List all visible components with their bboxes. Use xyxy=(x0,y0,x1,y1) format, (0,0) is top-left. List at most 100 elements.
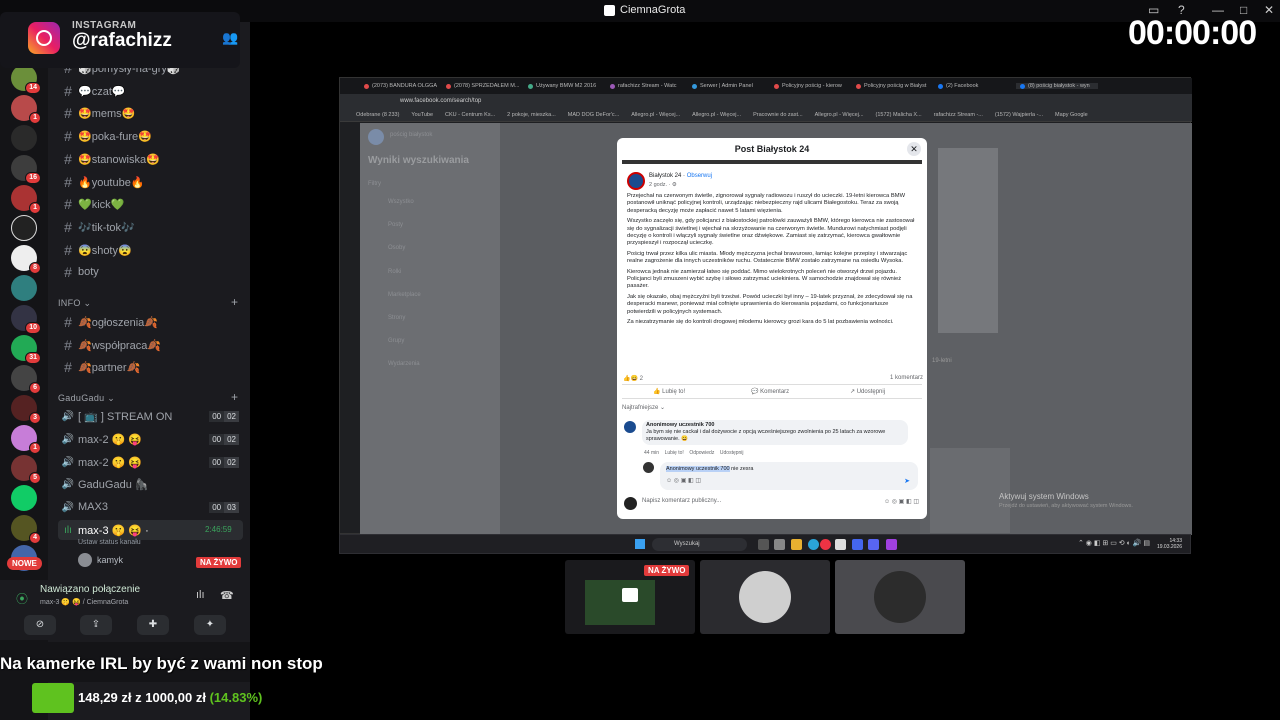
comment-share[interactable]: Udostępnij xyxy=(720,450,744,456)
new-badge[interactable]: NOWE xyxy=(7,557,42,570)
channel-item[interactable]: # 🔥youtube🔥 xyxy=(58,172,243,192)
page-avatar[interactable] xyxy=(627,172,645,190)
channel-item[interactable]: # 🎶tik-tok🎶 xyxy=(58,217,243,237)
screen-share-icon[interactable]: ⇪ xyxy=(80,615,112,635)
bookmark[interactable]: (1572) Wajpierla -... xyxy=(995,112,1043,118)
comment-like[interactable]: Lubię to! xyxy=(665,450,684,456)
server-icon[interactable]: 16 xyxy=(11,155,41,184)
comment-input[interactable]: Napisz komentarz publiczny... xyxy=(642,498,721,504)
soundboard-icon[interactable]: ✦ xyxy=(194,615,226,635)
activities-icon[interactable]: ✚ xyxy=(137,615,169,635)
channel-item[interactable]: # 😨shoty😨 xyxy=(58,240,243,260)
browser-tab[interactable]: Policyjny pościg - kierow xyxy=(770,83,852,89)
share-button[interactable]: ↗ Udostępnij xyxy=(850,388,885,395)
browser-tab-active[interactable]: (8) pościg białystok - wyn xyxy=(1016,83,1098,89)
server-icon[interactable]: 14 xyxy=(11,65,41,94)
taskbar-search[interactable]: Wyszukaj xyxy=(652,538,747,551)
server-icon[interactable] xyxy=(11,275,37,301)
filter-events[interactable]: Wydarzenia xyxy=(388,361,420,367)
channel-item[interactable]: # 🍂partner🍂 xyxy=(58,357,243,377)
filter-posts[interactable]: Posty xyxy=(388,222,403,228)
server-icon[interactable]: 4 xyxy=(11,515,41,544)
address-bar[interactable]: www.facebook.com/search/top xyxy=(340,94,1192,108)
result-thumbnail[interactable] xyxy=(938,148,998,333)
filter-reels[interactable]: Rolki xyxy=(388,269,401,275)
send-icon[interactable]: ➤ xyxy=(904,477,910,485)
search-input[interactable]: pościg białystok xyxy=(390,132,432,138)
browser-tab[interactable]: (2073) BANDURA OLGGA xyxy=(360,83,442,89)
server-icon[interactable] xyxy=(11,125,37,151)
connection-status[interactable]: Nawiązano połączenie xyxy=(40,584,140,595)
channel-item[interactable]: # boty xyxy=(58,262,243,282)
channel-item[interactable]: # 🍂współpraca🍂 xyxy=(58,335,243,355)
category-header[interactable]: GaduGadu ⌄ xyxy=(58,393,115,404)
task-view-icon[interactable] xyxy=(758,539,769,550)
voice-channel[interactable]: 🔊[ 📺 ] STREAM ON 00 02 xyxy=(58,406,243,426)
reactions-count[interactable]: 👍😄 2 xyxy=(623,375,643,382)
disconnect-icon[interactable]: ☎ xyxy=(220,589,234,602)
add-friend-icon[interactable]: 👥 xyxy=(222,30,238,46)
bookmark[interactable]: Odebrane (8 233) xyxy=(356,112,399,118)
start-icon[interactable] xyxy=(635,539,645,549)
browser-tab[interactable]: Używany BMW M2 2016 xyxy=(524,83,606,89)
app-icon[interactable] xyxy=(852,539,863,550)
taskbar-clock[interactable]: 14:33 19.03.2026 xyxy=(1157,538,1182,550)
bookmark[interactable]: Allegro.pl - Więcej... xyxy=(815,112,864,118)
comment-button[interactable]: 💬 Komentarz xyxy=(751,388,789,395)
server-icon[interactable]: 10 xyxy=(11,305,41,334)
comments-count[interactable]: 1 komentarz xyxy=(890,375,923,381)
chrome-icon[interactable] xyxy=(820,539,831,550)
user-tile[interactable] xyxy=(700,560,830,634)
bookmark[interactable]: Pracownie do zast... xyxy=(753,112,803,118)
add-channel-icon[interactable]: + xyxy=(231,390,238,404)
channel-item[interactable]: # 🍂ogłoszenia🍂 xyxy=(58,312,243,332)
connection-channel[interactable]: max-3 🤫 😝 / CiemnaGrota xyxy=(40,598,128,606)
server-icon[interactable]: 3 xyxy=(11,395,41,424)
bookmark[interactable]: CKU - Centrum Ks... xyxy=(445,112,495,118)
bookmark[interactable]: Mapy Google xyxy=(1055,112,1088,118)
voice-channel[interactable]: 🔊 GaduGadu 🦍 xyxy=(58,474,243,494)
facebook-logo-icon[interactable] xyxy=(368,129,384,145)
server-icon[interactable] xyxy=(11,215,37,241)
commenter-avatar[interactable] xyxy=(624,421,636,433)
comment-reply[interactable]: Odpowiedz xyxy=(689,450,714,456)
browser-tab[interactable]: (2078) SPRZEDAŁEM M... xyxy=(442,83,524,89)
server-icon[interactable]: 5 xyxy=(11,455,41,484)
filter-pages[interactable]: Strony xyxy=(388,315,405,321)
browser-tab[interactable]: Serwer | Admin Panel xyxy=(688,83,770,89)
input-tools[interactable]: ☺ ◎ ▣ ◧ ◫ xyxy=(884,498,919,505)
filter-all[interactable]: Wszystko xyxy=(388,199,414,205)
bookmark[interactable]: YouTube xyxy=(411,112,433,118)
store-icon[interactable] xyxy=(835,539,846,550)
system-tray[interactable]: ⌃ ◉ ◧ ⊞ ▭ ⟲ ◐ 🔊 ▤ xyxy=(1078,539,1150,547)
user-tile[interactable] xyxy=(835,560,965,634)
voice-channel[interactable]: 🔊 MAX3 00 03 xyxy=(58,497,243,517)
filter-marketplace[interactable]: Marketplace xyxy=(388,292,421,298)
camera-off-icon[interactable]: ⊘ xyxy=(24,615,56,635)
app-icon[interactable] xyxy=(886,539,897,550)
category-header[interactable]: INFO ⌄ xyxy=(58,298,91,309)
like-button[interactable]: 👍 Lubię to! xyxy=(653,388,685,395)
bookmark[interactable]: (1572) Malicha X... xyxy=(876,112,922,118)
server-icon[interactable]: 1 xyxy=(11,185,41,214)
browser-tab[interactable]: Policyjny pościg w Białyst xyxy=(852,83,934,89)
bookmark[interactable]: 2 pokoje, mieszka... xyxy=(507,112,556,118)
filter-groups[interactable]: Grupy xyxy=(388,338,404,344)
channel-item[interactable]: # 🤩poka-fure🤩 xyxy=(58,126,243,146)
comment-author[interactable]: Anonimowy uczestnik 700 xyxy=(646,422,904,429)
bookmark[interactable]: rafachizz Stream -... xyxy=(934,112,983,118)
status-hint[interactable]: Ustaw status kanału xyxy=(78,539,141,546)
server-icon[interactable] xyxy=(11,485,37,511)
close-icon[interactable]: ✕ xyxy=(1264,3,1274,17)
filter-people[interactable]: Osoby xyxy=(388,245,405,251)
voice-user[interactable]: kamyk xyxy=(78,553,123,567)
bookmark[interactable]: Allegro.pl - Więcej... xyxy=(631,112,680,118)
browser-tab[interactable]: rafachizz Stream - Watc xyxy=(606,83,688,89)
noise-icon[interactable]: ılı xyxy=(196,589,205,601)
folder-icon[interactable] xyxy=(791,539,802,550)
channel-item[interactable]: # 🤩stanowiska🤩 xyxy=(58,149,243,169)
close-icon[interactable]: ✕ xyxy=(907,142,921,156)
server-icon[interactable]: 6 xyxy=(11,365,41,394)
channel-item[interactable]: # 🤩mems🤩 xyxy=(58,103,243,123)
bookmark[interactable]: Allegro.pl - Więcej... xyxy=(692,112,741,118)
